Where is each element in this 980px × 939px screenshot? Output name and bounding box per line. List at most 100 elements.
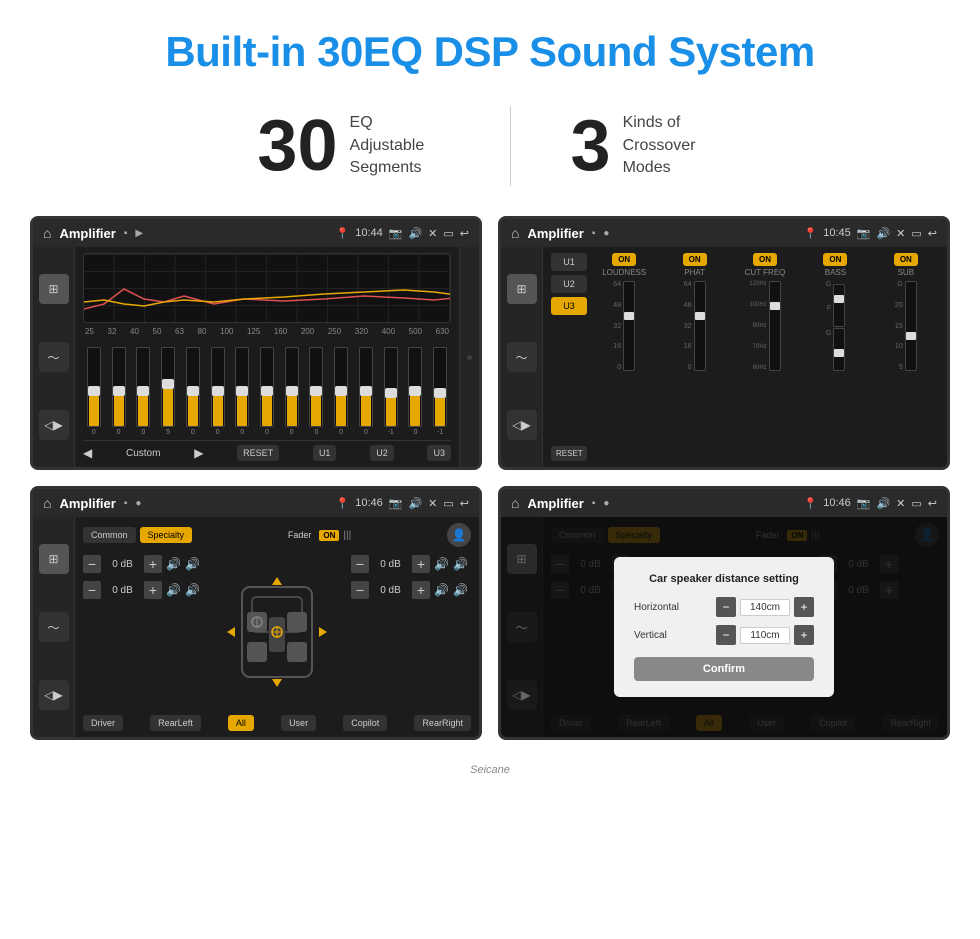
reset-btn-tr[interactable]: RESET (551, 446, 587, 461)
vertical-minus-btn[interactable]: − (716, 625, 736, 645)
db-value-fr: 0 dB (373, 559, 408, 570)
db-plus-fr[interactable]: + (412, 555, 430, 573)
home-icon-bl[interactable]: ⌂ (43, 495, 51, 511)
home-icon-tl[interactable]: ⌂ (43, 225, 51, 241)
channel-bass: ON BASS GFG (802, 253, 868, 461)
stat-crossover-text: Kinds of Crossover Modes (623, 112, 723, 179)
db-minus-fr[interactable]: − (351, 555, 369, 573)
status-bar-bl: ⌂ Amplifier ▪ ● 📍 10:46 📷 🔊 ✕ ▭ ↩ (33, 489, 479, 517)
confirm-button[interactable]: Confirm (634, 657, 814, 681)
crossover-content: ⊞ 〜 ◁▶ U1 U2 U3 RESET ON (501, 247, 947, 467)
tab-specialty[interactable]: Specialty (140, 527, 193, 543)
tab-common[interactable]: Common (83, 527, 136, 543)
window-icon-bl[interactable]: ▭ (443, 497, 453, 510)
loudness-on[interactable]: ON (612, 253, 636, 266)
close-icon-tr[interactable]: ✕ (896, 227, 905, 240)
crossover-main: U1 U2 U3 RESET ON LOUDNESS 644832160 (543, 247, 947, 467)
db-minus-rl[interactable]: − (83, 581, 101, 599)
channel-cutfreq: ON CUT FREQ 120Hz100Hz80Hz70Hz60Hz (732, 253, 798, 461)
window-icon-tr[interactable]: ▭ (911, 227, 921, 240)
eq-next-btn[interactable]: ▶ (194, 446, 203, 460)
window-icon-tl[interactable]: ▭ (443, 227, 453, 240)
wave-icon-btn-bl[interactable]: 〜 (39, 612, 69, 642)
eq-icon-btn-bl[interactable]: ⊞ (39, 544, 69, 574)
user-avatar-bl[interactable]: 👤 (447, 523, 471, 547)
wave-icon-btn[interactable]: 〜 (39, 342, 69, 372)
status-bar-tr: ⌂ Amplifier ▪ ● 📍 10:45 📷 🔊 ✕ ▭ ↩ (501, 219, 947, 247)
db-plus-rl[interactable]: + (144, 581, 162, 599)
eq-icon-btn[interactable]: ⊞ (39, 274, 69, 304)
u1-btn-tl[interactable]: U1 (313, 445, 337, 461)
screen-specialty: ⌂ Amplifier ▪ ● 📍 10:46 📷 🔊 ✕ ▭ ↩ ⊞ 〜 ◁▶ (30, 486, 482, 740)
speaker-icon-btn-tr[interactable]: ◁▶ (507, 410, 537, 440)
phat-on[interactable]: ON (683, 253, 707, 266)
screen-eq: ⌂ Amplifier ▪ ▶ 📍 10:44 📷 🔊 ✕ ▭ ↩ ⊞ 〜 ◁▶ (30, 216, 482, 470)
copilot-btn-bl[interactable]: Copilot (343, 715, 387, 731)
rearright-btn-bl[interactable]: RearRight (414, 715, 471, 731)
app-title-tr: Amplifier (527, 226, 583, 241)
all-btn-bl[interactable]: All (228, 715, 254, 731)
fader-on-badge: ON (319, 530, 339, 541)
bass-label: BASS (825, 268, 846, 277)
db-control-rl: − 0 dB + 🔊 🔊 (83, 581, 203, 599)
home-icon-br[interactable]: ⌂ (511, 495, 519, 511)
close-icon-br[interactable]: ✕ (896, 497, 905, 510)
horizontal-minus-btn[interactable]: − (716, 597, 736, 617)
vertical-label: Vertical (634, 630, 694, 641)
preset-u1[interactable]: U1 (551, 253, 587, 271)
db-value-rr: 0 dB (373, 585, 408, 596)
db-plus-fl[interactable]: + (144, 555, 162, 573)
user-btn-bl[interactable]: User (281, 715, 316, 731)
preset-u2[interactable]: U2 (551, 275, 587, 293)
back-icon-tl[interactable]: ↩ (460, 227, 469, 240)
horizontal-value: 140cm (740, 599, 790, 616)
back-icon-br[interactable]: ↩ (928, 497, 937, 510)
horizontal-plus-btn[interactable]: + (794, 597, 814, 617)
db-minus-fl[interactable]: − (83, 555, 101, 573)
phat-label: PHAT (684, 268, 705, 277)
sub-label: SUB (898, 268, 914, 277)
close-icon-bl[interactable]: ✕ (428, 497, 437, 510)
window-icon-br[interactable]: ▭ (911, 497, 921, 510)
dialog-content: ⊞ 〜 ◁▶ Common Specialty Fader ON ||| 👤 (501, 517, 947, 737)
u2-btn-tl[interactable]: U2 (370, 445, 394, 461)
side-controls-tr: ⊞ 〜 ◁▶ (501, 247, 543, 467)
dialog-vertical-row: Vertical − 110cm + (634, 625, 814, 645)
bass-on[interactable]: ON (823, 253, 847, 266)
camera-icon-br: 📷 (857, 497, 871, 510)
db-control-rr: − 0 dB + 🔊 🔊 (351, 581, 471, 599)
stat-eq-number: 30 (257, 110, 337, 182)
speaker-icon-btn[interactable]: ◁▶ (39, 410, 69, 440)
back-icon-tr[interactable]: ↩ (928, 227, 937, 240)
preset-u3[interactable]: U3 (551, 297, 587, 315)
crossover-channels: U1 U2 U3 RESET ON LOUDNESS 644832160 (551, 253, 939, 461)
close-icon-tl[interactable]: ✕ (428, 227, 437, 240)
db-minus-rr[interactable]: − (351, 581, 369, 599)
sp-top-row: Common Specialty Fader ON ||| 👤 (83, 523, 471, 547)
home-icon-tr[interactable]: ⌂ (511, 225, 519, 241)
wave-icon-btn-tr[interactable]: 〜 (507, 342, 537, 372)
back-icon-bl[interactable]: ↩ (460, 497, 469, 510)
u3-btn-tl[interactable]: U3 (427, 445, 451, 461)
speaker-icon-btn-bl[interactable]: ◁▶ (39, 680, 69, 710)
side-controls-bl: ⊞ 〜 ◁▶ (33, 517, 75, 737)
db-value-rl: 0 dB (105, 585, 140, 596)
watermark: Seicane (0, 760, 980, 778)
vertical-value: 110cm (740, 627, 790, 644)
reset-btn-tl[interactable]: RESET (237, 445, 279, 461)
sp-bottom-btns: Driver RearLeft All User Copilot RearRig… (83, 715, 471, 731)
cutfreq-on[interactable]: ON (753, 253, 777, 266)
db-value-fl: 0 dB (105, 559, 140, 570)
speaker-fl-icon: 🔊 (166, 557, 181, 571)
db-plus-rr[interactable]: + (412, 581, 430, 599)
driver-btn-bl[interactable]: Driver (83, 715, 123, 731)
screenshots-grid: ⌂ Amplifier ▪ ▶ 📍 10:44 📷 🔊 ✕ ▭ ↩ ⊞ 〜 ◁▶ (0, 216, 980, 760)
rearleft-btn-bl[interactable]: RearLeft (150, 715, 201, 731)
sub-on[interactable]: ON (894, 253, 918, 266)
horizontal-stepper: − 140cm + (716, 597, 814, 617)
eq-prev-btn[interactable]: ◀ (83, 446, 92, 460)
vertical-plus-btn[interactable]: + (794, 625, 814, 645)
time-tl: 10:44 (355, 227, 383, 239)
stat-crossover-number: 3 (571, 110, 611, 182)
eq-icon-btn-tr[interactable]: ⊞ (507, 274, 537, 304)
